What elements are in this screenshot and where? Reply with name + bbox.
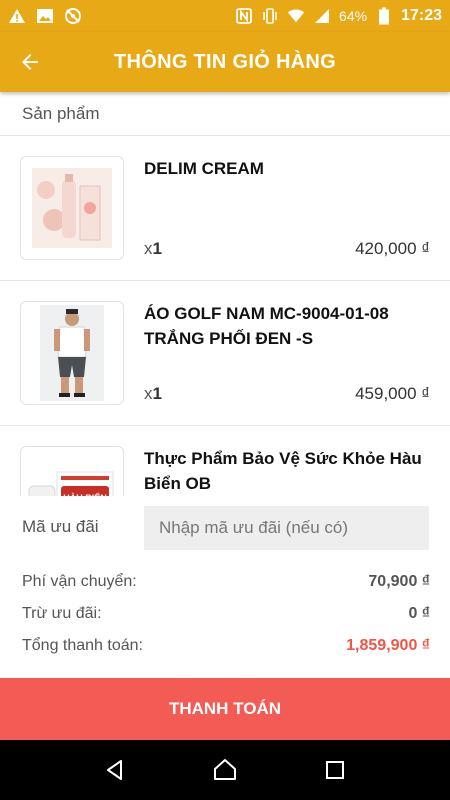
home-icon: [214, 759, 236, 780]
product-name: ÁO GOLF NAM MC-9004-01-08 TRẮNG PHỐI ĐEN…: [144, 304, 389, 348]
discount-row: Trừ ưu đãi: 0 ₫: [22, 602, 430, 626]
product-image: [20, 156, 124, 260]
clock: 17:23: [401, 7, 442, 24]
shipping-row: Phí vận chuyển: 70,900 ₫: [22, 570, 430, 594]
nav-back-button[interactable]: [95, 750, 135, 790]
wifi-icon: [287, 7, 305, 25]
signal-icon: [313, 7, 331, 25]
product-name: DELIM CREAM: [144, 159, 264, 178]
order-summary: Mã ưu đãi Phí vận chuyển: 70,900 ₫ Trừ ư…: [0, 496, 450, 678]
triangle-back-icon: [107, 760, 122, 780]
nav-recents-button[interactable]: [315, 750, 355, 790]
square-recents-icon: [326, 761, 344, 779]
product-quantity: x1: [144, 239, 162, 258]
back-button[interactable]: [0, 32, 60, 92]
cart-item[interactable]: DELIM CREAM x1 420,000 ₫: [0, 136, 450, 281]
shipping-label: Phí vận chuyển:: [22, 573, 137, 590]
total-label: Tổng thanh toán:: [22, 637, 143, 654]
coupon-label: Mã ưu đãi: [22, 517, 99, 536]
cart-item[interactable]: ÁO GOLF NAM MC-9004-01-08 TRẮNG PHỐI ĐEN…: [0, 281, 450, 426]
discount-label: Trừ ưu đãi:: [22, 605, 102, 622]
status-right-icons: 64% 17:23: [235, 7, 442, 25]
product-image: [20, 301, 124, 405]
coupon-row: Mã ưu đãi: [0, 506, 450, 550]
no-location-icon: [64, 7, 82, 25]
battery-percent: 64%: [339, 8, 368, 24]
cart-list[interactable]: Sản phẩm DELIM CREAM x1 420,000 ₫ ÁO GOL…: [0, 92, 450, 496]
total-value: 1,859,900 ₫: [346, 637, 430, 654]
app-bar: THÔNG TIN GIỎ HÀNG: [0, 32, 450, 92]
warning-icon: [8, 7, 26, 25]
discount-value: 0 ₫: [408, 605, 430, 622]
product-price: 459,000 ₫: [355, 384, 430, 403]
product-name: Thực Phẩm Bảo Vệ Sức Khỏe Hàu Biển OB: [144, 449, 422, 493]
image-icon: [36, 7, 54, 25]
product-price: 420,000 ₫: [355, 239, 430, 258]
coupon-input[interactable]: [144, 506, 429, 550]
nav-home-button[interactable]: [205, 750, 245, 790]
cart-item[interactable]: HÀU BIỂN OB Thực Phẩm Bảo Vệ Sức Khỏe Hà…: [0, 426, 450, 496]
product-quantity: x1: [144, 384, 162, 403]
nfc-icon: [235, 7, 253, 25]
status-left-icons: [8, 7, 82, 25]
shipping-value: 70,900 ₫: [368, 573, 430, 590]
battery-icon: [375, 7, 393, 25]
checkout-button[interactable]: THANH TOÁN: [0, 678, 450, 740]
navigation-bar: [0, 740, 450, 800]
arrow-left-icon: [22, 54, 38, 70]
page-title: THÔNG TIN GIỎ HÀNG: [113, 50, 337, 73]
vibrate-icon: [261, 7, 279, 25]
product-image: HÀU BIỂN OB: [20, 446, 124, 496]
section-header-products: Sản phẩm: [0, 92, 450, 136]
status-bar: 64% 17:23: [0, 0, 450, 32]
total-row: Tổng thanh toán: 1,859,900 ₫: [22, 634, 430, 658]
